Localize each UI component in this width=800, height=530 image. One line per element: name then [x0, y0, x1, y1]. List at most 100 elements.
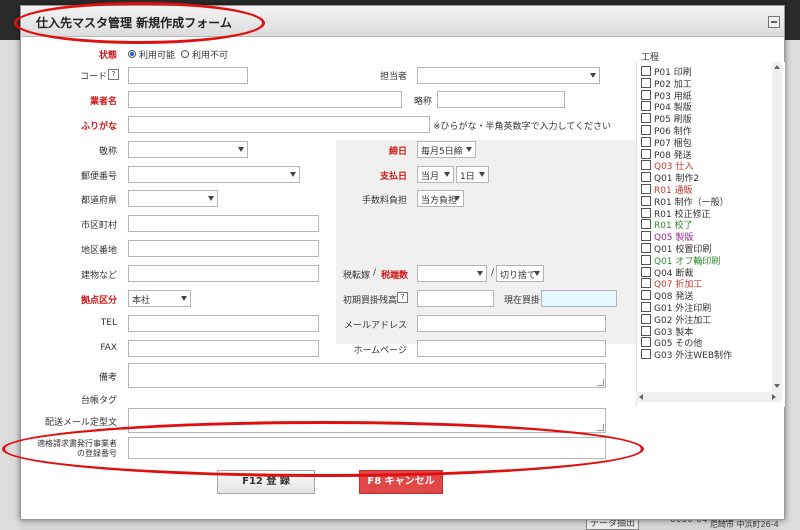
pay-day-value: 1日 [460, 172, 475, 182]
process-item[interactable]: Q01 制作2 [641, 171, 699, 184]
status-radio-unavailable[interactable] [181, 50, 189, 58]
process-checkbox[interactable] [641, 101, 651, 112]
minimize-icon[interactable] [768, 16, 780, 28]
process-item-label: G03 外注WEB制作 [654, 351, 733, 362]
process-item[interactable]: Q03 仕入 [641, 159, 693, 172]
closing-day-select[interactable]: 毎月5日締 [417, 141, 476, 158]
process-checkbox[interactable] [641, 302, 651, 312]
building-input[interactable] [128, 265, 319, 282]
person-select[interactable] [417, 67, 600, 84]
status-option-available: 利用可能 [139, 51, 176, 61]
tel-label: TEL [100, 318, 117, 328]
base-division-select[interactable]: 本社 [128, 290, 191, 307]
process-checkbox[interactable] [641, 313, 651, 324]
tax-rounding-select[interactable]: 切り捨て [496, 265, 544, 282]
process-item[interactable]: Q01 オフ輪印刷 [641, 254, 720, 267]
initial-balance-input[interactable] [417, 290, 494, 307]
process-item[interactable]: G03 製本 [641, 325, 693, 338]
invoice-registration-input[interactable] [128, 437, 606, 459]
process-checkbox[interactable] [641, 290, 651, 301]
process-checkbox[interactable] [641, 172, 651, 183]
process-item[interactable]: P06 制作 [641, 124, 692, 137]
process-checkbox[interactable] [641, 219, 651, 230]
process-item[interactable]: G02 外注加工 [641, 313, 711, 326]
scroll-up-icon[interactable] [774, 65, 780, 69]
email-input[interactable] [417, 315, 606, 332]
process-checkbox[interactable] [641, 66, 651, 76]
process-checkbox[interactable] [641, 349, 651, 360]
process-item[interactable]: P02 加工 [641, 77, 692, 90]
process-checkbox[interactable] [641, 160, 651, 171]
process-item[interactable]: P08 発送 [641, 148, 692, 161]
process-checkbox[interactable] [641, 243, 651, 253]
resize-grip-icon[interactable] [597, 424, 604, 431]
person-label: 担当者 [379, 72, 407, 82]
process-checkbox[interactable] [641, 207, 651, 218]
process-item[interactable]: G03 外注WEB制作 [641, 348, 733, 362]
process-checkbox[interactable] [641, 113, 651, 124]
tel-input[interactable] [128, 315, 319, 332]
process-checkbox[interactable] [641, 231, 651, 242]
status-radio-available[interactable] [128, 50, 136, 58]
process-item[interactable]: R01 通販 [641, 183, 693, 196]
scroll-down-icon[interactable] [774, 384, 780, 388]
process-checkbox[interactable] [641, 195, 651, 206]
process-item[interactable]: R01 制作（一般） [641, 195, 729, 208]
invoice-label-line2: の登録番号 [77, 449, 117, 458]
process-item[interactable]: Q07 折加工 [641, 277, 702, 290]
process-checkbox[interactable] [641, 77, 651, 88]
tax-transfer-select[interactable] [417, 265, 487, 282]
process-item[interactable]: Q08 発送 [641, 289, 693, 302]
process-item[interactable]: P04 製版 [641, 100, 692, 113]
process-checkbox[interactable] [641, 89, 651, 100]
fax-input[interactable] [128, 340, 319, 357]
process-checkbox[interactable] [641, 337, 651, 348]
process-checkbox[interactable] [641, 254, 651, 265]
process-horizontal-scrollbar[interactable] [636, 392, 782, 402]
process-checkbox[interactable] [641, 148, 651, 159]
remarks-textarea[interactable] [128, 363, 606, 388]
process-item[interactable]: R01 校了 [641, 218, 693, 231]
process-checkbox[interactable] [641, 136, 651, 147]
process-checkbox[interactable] [641, 266, 651, 277]
cancel-button[interactable]: F8 キャンセル [359, 470, 443, 494]
delivery-mail-textarea[interactable] [128, 408, 606, 433]
honorific-select[interactable] [128, 141, 248, 158]
register-button[interactable]: F12 登 録 [217, 470, 315, 494]
process-item[interactable]: R01 校正修正 [641, 207, 711, 220]
process-item[interactable]: G01 外注印刷 [641, 301, 711, 314]
base-division-value: 本社 [132, 296, 151, 306]
initial-balance-help-icon[interactable]: ? [397, 292, 408, 303]
process-item[interactable]: P07 梱包 [641, 136, 692, 149]
zip-select[interactable] [128, 166, 300, 183]
fee-burden-select[interactable]: 当方負担 [417, 190, 464, 207]
abbreviation-input[interactable] [437, 91, 565, 108]
process-item[interactable]: P01 印刷 [641, 65, 692, 78]
city-input[interactable] [128, 215, 319, 232]
process-item[interactable]: P05 刷版 [641, 112, 692, 125]
process-checkbox[interactable] [641, 125, 651, 135]
prefecture-label: 都道府県 [80, 196, 117, 206]
resize-grip-icon[interactable] [597, 379, 604, 386]
process-checkbox[interactable] [641, 184, 651, 194]
furigana-input[interactable] [128, 116, 430, 133]
process-item[interactable]: P03 用紙 [641, 89, 692, 102]
pay-day-select[interactable]: 1日 [456, 166, 489, 183]
process-item[interactable]: Q04 断裁 [641, 266, 693, 279]
area-input[interactable] [128, 240, 319, 257]
process-checkbox[interactable] [641, 325, 651, 336]
pay-month-select[interactable]: 当月 [417, 166, 454, 183]
code-help-icon[interactable]: ? [108, 69, 119, 80]
prefecture-select[interactable] [128, 190, 218, 207]
scroll-right-icon[interactable] [772, 394, 776, 400]
code-input[interactable] [128, 67, 248, 84]
process-item[interactable]: Q01 校置印刷 [641, 242, 711, 255]
process-checkbox[interactable] [641, 278, 651, 289]
homepage-input[interactable] [417, 340, 606, 357]
process-vertical-scrollbar[interactable] [772, 62, 782, 392]
vendor-name-input[interactable] [128, 91, 402, 108]
chevron-down-icon [290, 172, 296, 177]
process-item[interactable]: Q05 製版 [641, 230, 693, 243]
scroll-left-icon[interactable] [639, 394, 643, 400]
process-item[interactable]: G05 その他 [641, 336, 702, 349]
